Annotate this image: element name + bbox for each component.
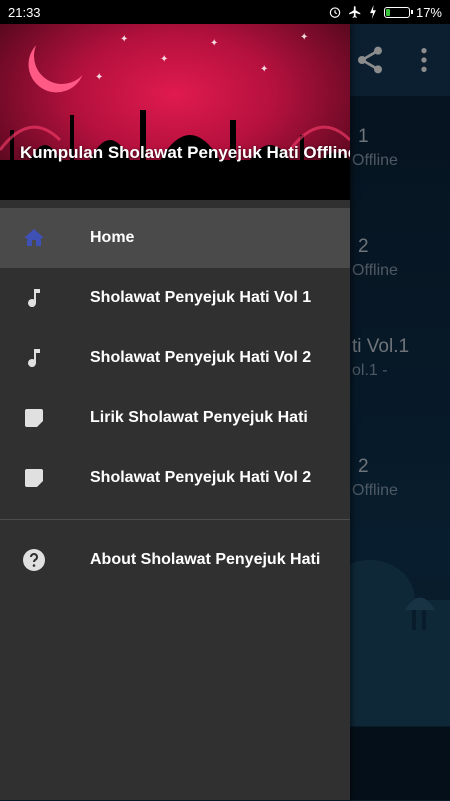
- airplane-icon: [349, 6, 361, 18]
- status-icons: 17%: [328, 0, 442, 24]
- menu-divider: [0, 519, 350, 520]
- drawer-title: Kumpulan Sholawat Penyejuk Hati Offline: [20, 143, 350, 162]
- menu-item-label: Sholawat Penyejuk Hati Vol 2: [90, 349, 312, 366]
- menu-item-vol2-lyrics[interactable]: Sholawat Penyejuk Hati Vol 2: [0, 448, 350, 508]
- alarm-icon: [329, 7, 341, 18]
- menu-item-label: Sholawat Penyejuk Hati Vol 2: [90, 469, 312, 486]
- home-icon: [24, 229, 44, 246]
- menu-item-label: Home: [90, 229, 135, 246]
- menu-item-lyrics[interactable]: Lirik Sholawat Penyejuk Hati: [0, 388, 350, 448]
- status-bar: 21:33 17%: [0, 0, 450, 24]
- menu-item-vol2[interactable]: Sholawat Penyejuk Hati Vol 2: [0, 328, 350, 388]
- music-note-icon: [28, 349, 40, 368]
- battery-percent: 17%: [415, 4, 442, 20]
- charging-icon: [370, 5, 376, 19]
- battery-icon: [383, 6, 413, 18]
- menu-item-label: Sholawat Penyejuk Hati Vol 1: [90, 289, 312, 306]
- star-icon: ✦: [300, 32, 309, 43]
- status-time: 21:33: [8, 4, 41, 20]
- star-icon: ✦: [210, 38, 219, 49]
- help-icon: [23, 549, 45, 571]
- star-icon: ✦: [260, 64, 269, 75]
- star-icon: ✦: [95, 72, 104, 83]
- menu-item-label: Lirik Sholawat Penyejuk Hati: [90, 409, 308, 426]
- note-icon: [25, 469, 43, 487]
- note-icon: [25, 409, 43, 427]
- drawer-header: ✦ ✦ ✦ ✦ ✦ ✦ Kumpulan Sholawat Penyejuk H…: [0, 24, 350, 200]
- star-icon: ✦: [120, 34, 129, 45]
- menu-item-home[interactable]: Home: [0, 208, 350, 268]
- music-note-icon: [28, 289, 40, 308]
- navigation-drawer: ✦ ✦ ✦ ✦ ✦ ✦ Kumpulan Sholawat Penyejuk H…: [0, 24, 350, 800]
- star-icon: ✦: [160, 54, 169, 65]
- drawer-menu: Home Sholawat Penyejuk Hati Vol 1 Sholaw…: [0, 200, 350, 590]
- menu-item-vol1[interactable]: Sholawat Penyejuk Hati Vol 1: [0, 268, 350, 328]
- crescent-moon-icon: [26, 24, 98, 92]
- menu-item-about[interactable]: About Sholawat Penyejuk Hati: [0, 530, 350, 590]
- menu-item-label: About Sholawat Penyejuk Hati: [90, 551, 321, 568]
